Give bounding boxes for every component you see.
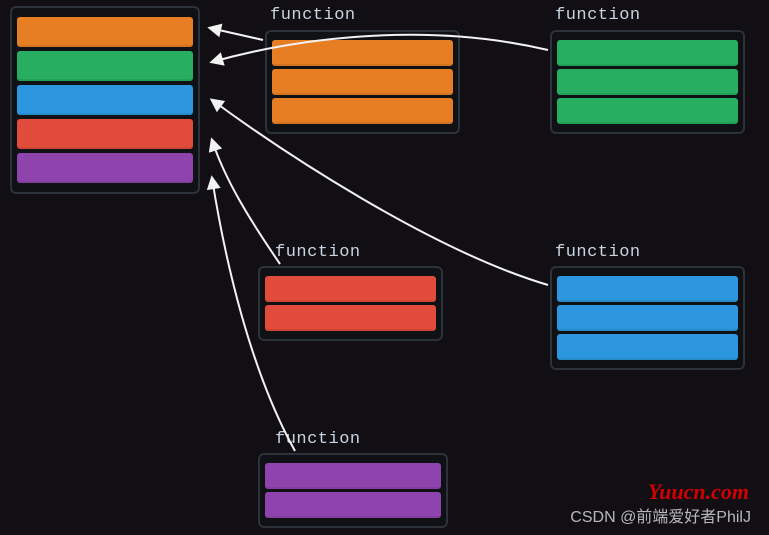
- function-label-orange: function: [270, 6, 356, 25]
- target-row-blue: [17, 85, 193, 115]
- function-node-purple: [258, 453, 448, 528]
- function-row: [272, 98, 453, 124]
- function-node-blue: [550, 266, 745, 370]
- function-node-orange: [265, 30, 460, 134]
- function-label-blue: function: [555, 243, 641, 262]
- function-label-red: function: [275, 243, 361, 262]
- function-row: [272, 40, 453, 66]
- function-row: [557, 276, 738, 302]
- target-row-orange: [17, 17, 193, 47]
- arrow-orange: [210, 28, 263, 40]
- arrow-red: [212, 140, 280, 264]
- function-node-red: [258, 266, 443, 341]
- function-row: [265, 305, 436, 331]
- function-row: [557, 69, 738, 95]
- function-row: [265, 276, 436, 302]
- function-row: [557, 40, 738, 66]
- function-row: [557, 334, 738, 360]
- target-row-red: [17, 119, 193, 149]
- watermark-site: Yuucn.com: [648, 479, 749, 505]
- target-row-green: [17, 51, 193, 81]
- function-node-green: [550, 30, 745, 134]
- function-row: [557, 305, 738, 331]
- function-row: [265, 492, 441, 518]
- target-stack: [10, 6, 200, 194]
- function-label-green: function: [555, 6, 641, 25]
- watermark-attribution: CSDN @前端爱好者PhilJ: [570, 503, 751, 527]
- function-row: [265, 463, 441, 489]
- function-label-purple: function: [275, 430, 361, 449]
- target-row-purple: [17, 153, 193, 183]
- function-row: [557, 98, 738, 124]
- function-row: [272, 69, 453, 95]
